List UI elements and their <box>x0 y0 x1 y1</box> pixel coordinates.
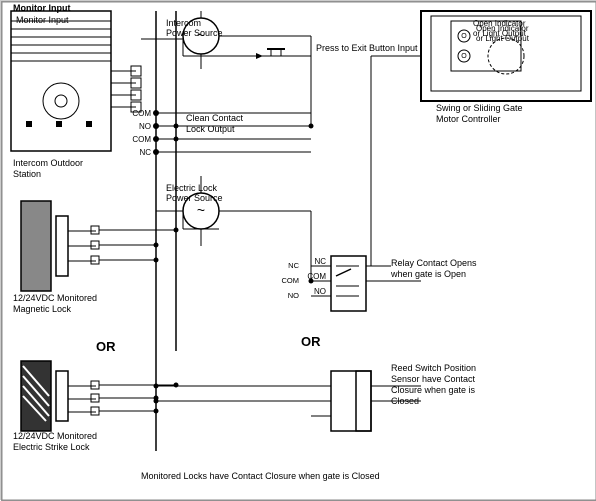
svg-text:Monitor Input: Monitor Input <box>13 3 70 13</box>
svg-text:12/24VDC Monitored: 12/24VDC Monitored <box>13 431 97 441</box>
svg-text:Reed Switch Position: Reed Switch Position <box>391 363 476 373</box>
svg-text:Power Source: Power Source <box>166 193 223 203</box>
svg-text:Relay Contact Opens: Relay Contact Opens <box>391 258 477 268</box>
svg-text:Power Source: Power Source <box>166 28 223 38</box>
svg-text:O: O <box>461 53 467 60</box>
svg-text:COM: COM <box>132 109 151 118</box>
svg-text:NC: NC <box>139 148 151 157</box>
svg-text:Electric Lock: Electric Lock <box>166 183 218 193</box>
svg-text:NO: NO <box>288 291 299 300</box>
svg-text:Sensor have Contact: Sensor have Contact <box>391 374 476 384</box>
svg-text:O: O <box>461 33 467 40</box>
wiring-diagram: Monitor Input ~ COM NO <box>0 0 596 500</box>
svg-text:12/24VDC Monitored: 12/24VDC Monitored <box>13 293 97 303</box>
svg-text:Motor Controller: Motor Controller <box>436 114 501 124</box>
svg-text:OR: OR <box>96 339 116 354</box>
svg-text:Intercom Outdoor: Intercom Outdoor <box>13 158 83 168</box>
svg-text:Monitored Locks have Contact C: Monitored Locks have Contact Closure whe… <box>141 471 380 481</box>
svg-text:when gate is Open: when gate is Open <box>390 269 466 279</box>
svg-text:NO: NO <box>314 287 326 296</box>
svg-text:Clean Contact: Clean Contact <box>186 113 244 123</box>
svg-text:NC: NC <box>288 261 299 270</box>
svg-text:Monitor Input: Monitor Input <box>16 15 69 25</box>
svg-text:NO: NO <box>139 122 151 131</box>
svg-text:NC: NC <box>314 257 326 266</box>
svg-text:Electric Strike Lock: Electric Strike Lock <box>13 442 90 452</box>
svg-text:Station: Station <box>13 169 41 179</box>
svg-text:Closure when gate is: Closure when gate is <box>391 385 476 395</box>
svg-text:Intercom: Intercom <box>166 18 201 28</box>
svg-text:Lock Output: Lock Output <box>186 124 235 134</box>
svg-text:Swing or Sliding Gate: Swing or Sliding Gate <box>436 103 523 113</box>
svg-text:COM: COM <box>282 276 300 285</box>
svg-text:~: ~ <box>197 202 205 218</box>
svg-text:Closed: Closed <box>391 396 419 406</box>
svg-text:OR: OR <box>301 334 321 349</box>
svg-text:Press to Exit Button Input: Press to Exit Button Input <box>316 43 418 53</box>
svg-text:Magnetic Lock: Magnetic Lock <box>13 304 72 314</box>
svg-text:or Light Output: or Light Output <box>473 29 527 38</box>
svg-text:Open Indicator: Open Indicator <box>473 19 526 28</box>
svg-text:COM: COM <box>132 135 151 144</box>
